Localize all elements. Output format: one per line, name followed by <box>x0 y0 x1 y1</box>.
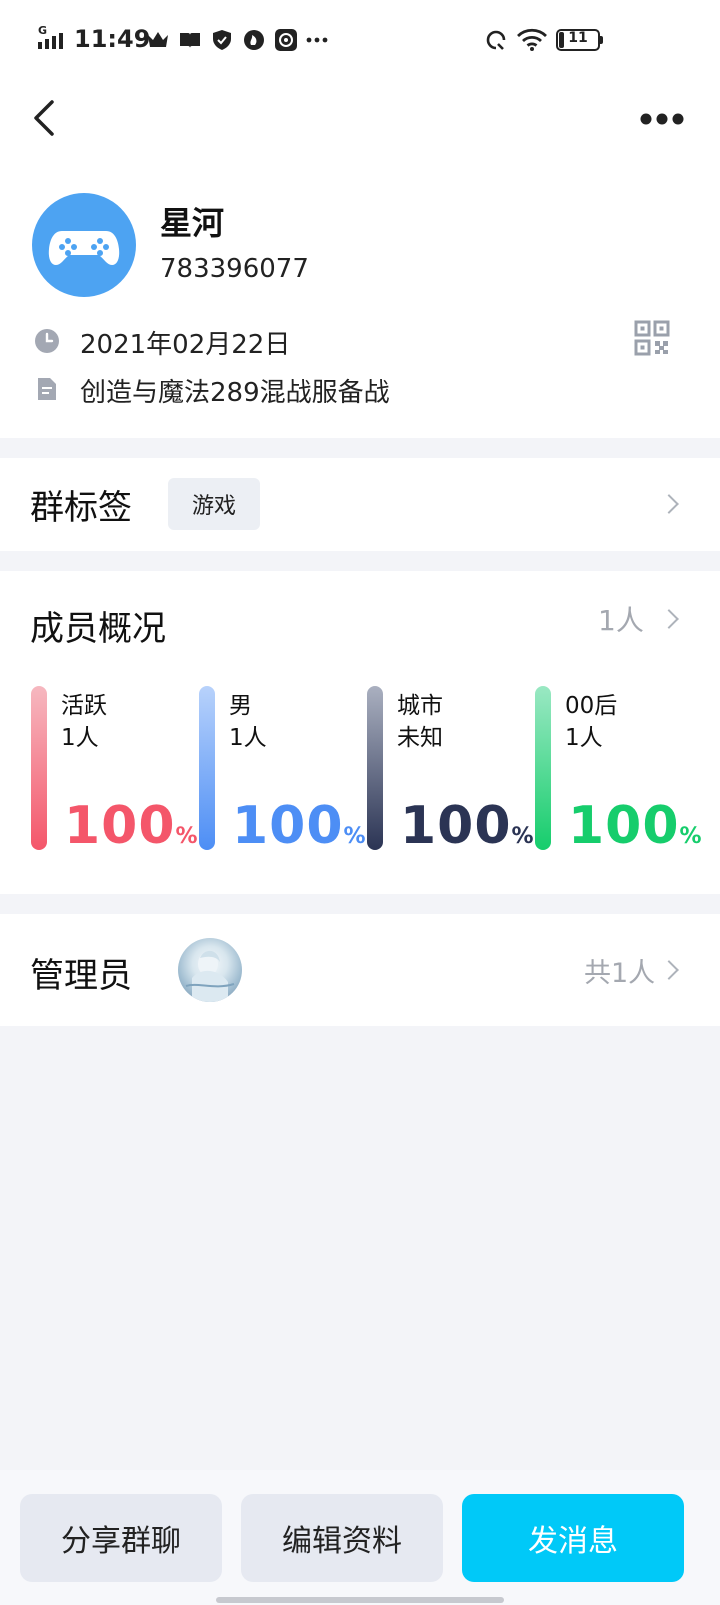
back-arrow-icon <box>34 100 54 136</box>
stat-percent: 100% <box>400 798 535 865</box>
stat-percent: 100% <box>232 798 367 865</box>
shield-icon <box>213 30 231 50</box>
book-icon <box>180 33 200 48</box>
member-overview: 成员概况 1人 活跃 1人 100% 男 1人 100% 城市 未知 100% … <box>0 571 720 894</box>
clock-icon <box>35 329 59 353</box>
stat-value: 1人 <box>61 725 99 751</box>
created-date: 2021年02月22日 <box>80 330 291 360</box>
admin-title: 管理员 <box>30 956 132 996</box>
document-icon <box>38 378 56 400</box>
more-icon <box>640 113 684 125</box>
member-count[interactable]: 1人 <box>598 599 644 639</box>
admin-row[interactable]: 管理员 共1人 <box>0 914 720 1026</box>
chevron-right-icon <box>659 494 679 514</box>
browser-icon <box>244 30 264 50</box>
tags-title: 群标签 <box>30 488 132 528</box>
app-notification-icon <box>275 29 297 51</box>
stat-percent-sign: % <box>511 824 535 849</box>
stat-value: 未知 <box>397 725 443 751</box>
crown-icon <box>148 32 168 47</box>
back-button[interactable] <box>24 96 68 140</box>
admin-count: 共1人 <box>584 958 656 989</box>
chevron-right-icon[interactable] <box>659 609 679 629</box>
stat-label: 男 <box>229 693 252 719</box>
home-indicator[interactable] <box>216 1597 504 1603</box>
stat-percent-number: 100 <box>64 796 176 856</box>
stat-value: 1人 <box>229 725 267 751</box>
rotation-lock-icon <box>486 30 506 50</box>
stat-city: 城市 未知 100% <box>367 686 539 856</box>
more-notifications-icon <box>306 37 328 43</box>
more-options-button[interactable] <box>636 104 688 134</box>
bottom-action-bar: 分享群聊 编辑资料 发消息 <box>0 1470 720 1605</box>
tag-chip: 游戏 <box>168 478 260 530</box>
stat-bar <box>31 686 47 850</box>
stat-bar <box>535 686 551 850</box>
stat-percent-sign: % <box>175 824 199 849</box>
stat-age: 00后 1人 100% <box>535 686 707 856</box>
signal-icon: G <box>36 24 70 52</box>
send-message-button[interactable]: 发消息 <box>462 1494 684 1582</box>
gamepad-icon <box>48 231 120 265</box>
status-bar: G 11:49 11 <box>0 0 720 82</box>
group-tags-row[interactable]: 群标签 游戏 <box>0 458 720 551</box>
edit-profile-button[interactable]: 编辑资料 <box>241 1494 443 1582</box>
stat-percent: 100% <box>568 798 703 865</box>
group-name: 星河 <box>160 204 225 242</box>
qr-code-icon <box>634 320 670 356</box>
stat-label: 00后 <box>565 693 618 719</box>
header <box>0 82 720 174</box>
stat-bar <box>367 686 383 850</box>
stat-percent-sign: % <box>343 824 367 849</box>
stat-gender: 男 1人 100% <box>199 686 371 856</box>
qr-code-button[interactable] <box>634 320 670 356</box>
stat-label: 活跃 <box>61 693 107 719</box>
stat-value: 1人 <box>565 725 603 751</box>
group-avatar[interactable] <box>32 193 136 297</box>
stat-percent-number: 100 <box>568 796 680 856</box>
battery-icon: 11 <box>556 29 604 51</box>
stat-percent-number: 100 <box>232 796 344 856</box>
stat-label: 城市 <box>397 693 443 719</box>
share-group-button[interactable]: 分享群聊 <box>20 1494 222 1582</box>
admin-avatar[interactable] <box>178 938 242 1002</box>
status-time: 11:49 <box>74 25 151 53</box>
stat-bar <box>199 686 215 850</box>
battery-level: 11 <box>568 30 588 46</box>
chevron-right-icon <box>659 960 679 980</box>
stat-percent-sign: % <box>679 824 703 849</box>
wifi-icon <box>517 28 547 51</box>
members-title: 成员概况 <box>30 609 166 649</box>
stat-percent-number: 100 <box>400 796 512 856</box>
admin-avatar-image <box>185 950 235 1002</box>
group-description: 创造与魔法289混战服备战 <box>80 378 390 408</box>
stat-active: 活跃 1人 100% <box>31 686 203 856</box>
stat-percent: 100% <box>64 798 199 865</box>
group-profile: 星河 783396077 2021年02月22日 创造与魔法289混战服备战 <box>0 174 720 438</box>
group-id: 783396077 <box>160 254 309 284</box>
